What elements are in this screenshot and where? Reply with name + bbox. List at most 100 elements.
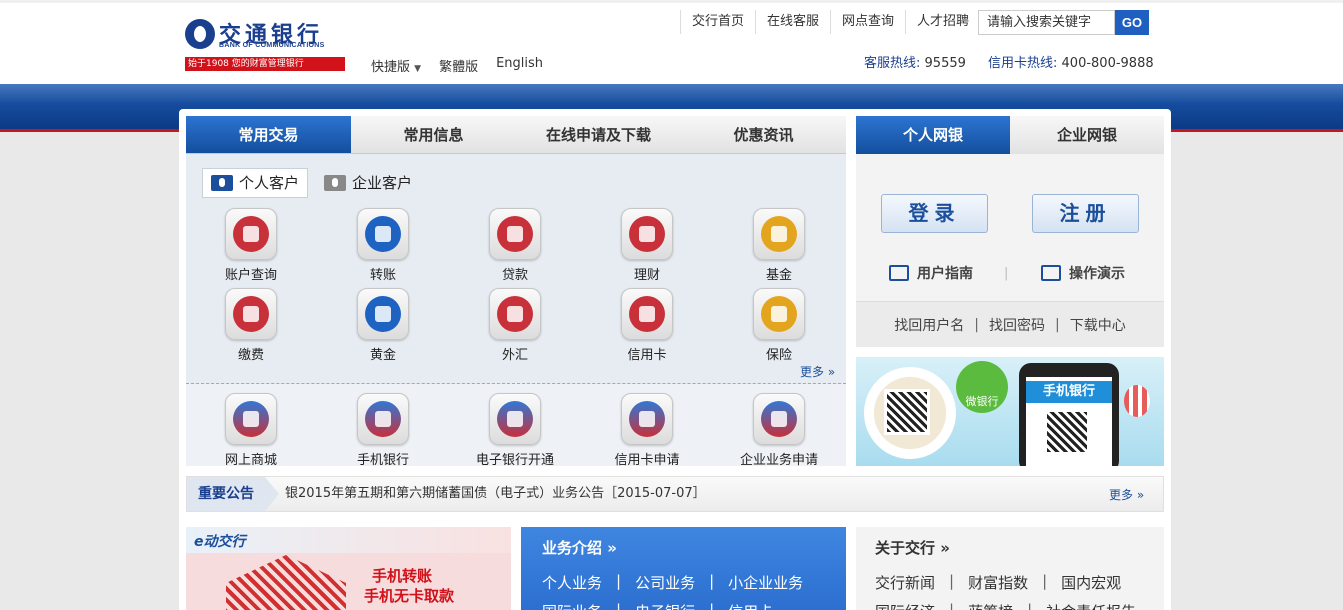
international-business-link[interactable]: 国际业务 bbox=[542, 601, 602, 610]
service-mobile-banking[interactable]: 手机银行 bbox=[328, 393, 438, 468]
service-insurance[interactable]: 保险 bbox=[724, 288, 834, 363]
ebank-tabs: 个人网银 企业网银 bbox=[856, 116, 1164, 154]
register-button[interactable]: 注册 bbox=[1032, 194, 1139, 233]
service-label: 黄金 bbox=[369, 348, 396, 363]
about-box: 关于交行 » 交行新闻 | 财富指数 | 国内宏观 国际经济 | 蓝筹榜 | 社… bbox=[856, 527, 1164, 610]
mobile-banking-icon bbox=[357, 393, 409, 445]
service-forex[interactable]: 外汇 bbox=[460, 288, 570, 363]
separator: | bbox=[709, 601, 715, 610]
wechat-icon: 微银行 bbox=[956, 361, 1008, 413]
service-credit-card[interactable]: 信用卡 bbox=[592, 288, 702, 363]
business-apply-icon bbox=[753, 393, 805, 445]
business-intro-box: 业务介绍 » 个人业务 | 公司业务 | 小企业业务 国际业务 | 电子银行 |… bbox=[521, 527, 846, 610]
transfer-icon bbox=[357, 208, 409, 260]
credit-card-link[interactable]: 信用卡 bbox=[728, 601, 773, 610]
business-intro-title[interactable]: 业务介绍 » bbox=[542, 537, 617, 558]
language-switcher: 快捷版 ▼ 繁體版 English bbox=[371, 56, 543, 75]
tab-corporate-ebank[interactable]: 企业网银 bbox=[1010, 116, 1164, 154]
business-links: 个人业务 | 公司业务 | 小企业业务 bbox=[542, 572, 803, 593]
tab-online-apply[interactable]: 在线申请及下载 bbox=[516, 116, 681, 153]
separator: | bbox=[949, 572, 955, 590]
service-payment[interactable]: 缴费 bbox=[196, 288, 306, 363]
demo-link[interactable]: 操作演示 bbox=[1041, 263, 1125, 283]
balloon-icon bbox=[1124, 385, 1150, 417]
search-go-button[interactable]: GO bbox=[1115, 10, 1149, 35]
macro-link[interactable]: 国内宏观 bbox=[1061, 572, 1121, 593]
notice-text[interactable]: 银2015年第五期和第六期储蓄国债（电子式）业务公告［2015-07-07］ bbox=[285, 477, 706, 511]
service-card-apply[interactable]: 信用卡申请 bbox=[592, 393, 702, 468]
fund-icon bbox=[753, 208, 805, 260]
separator: | bbox=[1042, 572, 1048, 590]
e-jiaohang-logo: e动交行 bbox=[194, 534, 246, 550]
tab-promotions[interactable]: 优惠资讯 bbox=[681, 116, 846, 153]
logo-mark-icon bbox=[185, 19, 215, 49]
service-fund[interactable]: 基金 bbox=[724, 208, 834, 283]
quick-version-link[interactable]: 快捷版 ▼ bbox=[371, 56, 421, 75]
promo-banner[interactable]: e动交行 手机转账 手机无卡取款 bbox=[186, 527, 511, 610]
main-content: 常用交易 常用信息 在线申请及下载 优惠资讯 个人客户 企业客户 账户查询 转账 贷… bbox=[179, 109, 1171, 610]
notice-bar: 重要公告 银2015年第五期和第六期储蓄国债（电子式）业务公告［2015-07-… bbox=[186, 476, 1164, 512]
business-icon bbox=[324, 175, 347, 191]
tab-business-customer[interactable]: 企业客户 bbox=[316, 168, 420, 198]
notice-tag: 重要公告 bbox=[187, 477, 265, 511]
online-service-link[interactable]: 在线客服 bbox=[755, 10, 830, 34]
card-apply-icon bbox=[621, 393, 673, 445]
wealth-icon bbox=[621, 208, 673, 260]
guide-icon bbox=[889, 265, 909, 281]
tab-personal-customer[interactable]: 个人客户 bbox=[202, 168, 309, 198]
small-business-link[interactable]: 小企业业务 bbox=[728, 572, 803, 593]
service-label: 缴费 bbox=[237, 348, 264, 363]
notice-arrow bbox=[265, 477, 279, 511]
news-link[interactable]: 交行新闻 bbox=[875, 572, 935, 593]
divider bbox=[186, 383, 846, 384]
service-label: 信用卡 bbox=[627, 348, 667, 363]
blue-chip-link[interactable]: 蓝筹榜 bbox=[968, 601, 1013, 610]
e-banking-link[interactable]: 电子银行 bbox=[635, 601, 695, 610]
service-loan[interactable]: 贷款 bbox=[460, 208, 570, 283]
tab-personal-ebank[interactable]: 个人网银 bbox=[856, 116, 1010, 154]
separator: | bbox=[616, 601, 622, 610]
tab-common-transactions[interactable]: 常用交易 bbox=[186, 116, 351, 153]
more-services-link[interactable]: 更多 » bbox=[800, 363, 835, 380]
qr-code-icon bbox=[884, 389, 930, 435]
bank-logo[interactable]: 交通银行 BANK OF COMMUNICATIONS 始于1908 您的财富管… bbox=[185, 17, 347, 73]
user-guide-link[interactable]: 用户指南 bbox=[889, 263, 973, 283]
login-button[interactable]: 登录 bbox=[881, 194, 988, 233]
mobile-banner[interactable]: 微银行 手机银行 bbox=[856, 357, 1164, 466]
service-label: 手机银行 bbox=[356, 453, 409, 468]
english-link[interactable]: English bbox=[496, 56, 543, 75]
about-title[interactable]: 关于交行 » bbox=[875, 537, 950, 558]
corporate-business-link[interactable]: 公司业务 bbox=[635, 572, 695, 593]
service-gold[interactable]: 黄金 bbox=[328, 288, 438, 363]
service-hotline: 客服热线: 95559 bbox=[864, 56, 966, 71]
personal-business-link[interactable]: 个人业务 bbox=[542, 572, 602, 593]
intl-economy-link[interactable]: 国际经济 bbox=[875, 601, 935, 610]
download-center-link[interactable]: 下载中心 bbox=[1070, 315, 1126, 335]
recover-username-link[interactable]: 找回用户名 bbox=[894, 315, 964, 335]
wealth-index-link[interactable]: 财富指数 bbox=[968, 572, 1028, 593]
home-link[interactable]: 交行首页 bbox=[680, 10, 755, 34]
branch-search-link[interactable]: 网点查询 bbox=[830, 10, 905, 34]
service-ebank-open[interactable]: 电子银行开通 bbox=[460, 393, 570, 468]
service-business-apply[interactable]: 企业业务申请 bbox=[724, 393, 834, 468]
more-notices-link[interactable]: 更多 » bbox=[1109, 486, 1144, 503]
service-transfer[interactable]: 转账 bbox=[328, 208, 438, 283]
traditional-chinese-link[interactable]: 繁體版 bbox=[439, 56, 478, 75]
csr-report-link[interactable]: 社会责任报告 bbox=[1046, 601, 1136, 610]
service-label: 网上商城 bbox=[224, 453, 277, 468]
tab-common-info[interactable]: 常用信息 bbox=[351, 116, 516, 153]
search-input[interactable]: 请输入搜索关键字 bbox=[978, 10, 1115, 35]
recover-password-link[interactable]: 找回密码 bbox=[989, 315, 1045, 335]
service-account-query[interactable]: 账户查询 bbox=[196, 208, 306, 283]
careers-link[interactable]: 人才招聘 bbox=[905, 10, 980, 34]
account-links: 找回用户名 | 找回密码 | 下载中心 bbox=[856, 301, 1164, 347]
chevron-down-icon: ▼ bbox=[414, 64, 422, 74]
service-label: 电子银行开通 bbox=[475, 453, 554, 468]
ebank-open-icon bbox=[489, 393, 541, 445]
service-wealth[interactable]: 理财 bbox=[592, 208, 702, 283]
service-label: 转账 bbox=[369, 268, 396, 283]
qr-code-icon bbox=[1044, 409, 1090, 455]
customer-type-tabs: 个人客户 企业客户 bbox=[202, 168, 420, 198]
separator: | bbox=[974, 316, 979, 333]
service-online-mall[interactable]: 网上商城 bbox=[196, 393, 306, 468]
